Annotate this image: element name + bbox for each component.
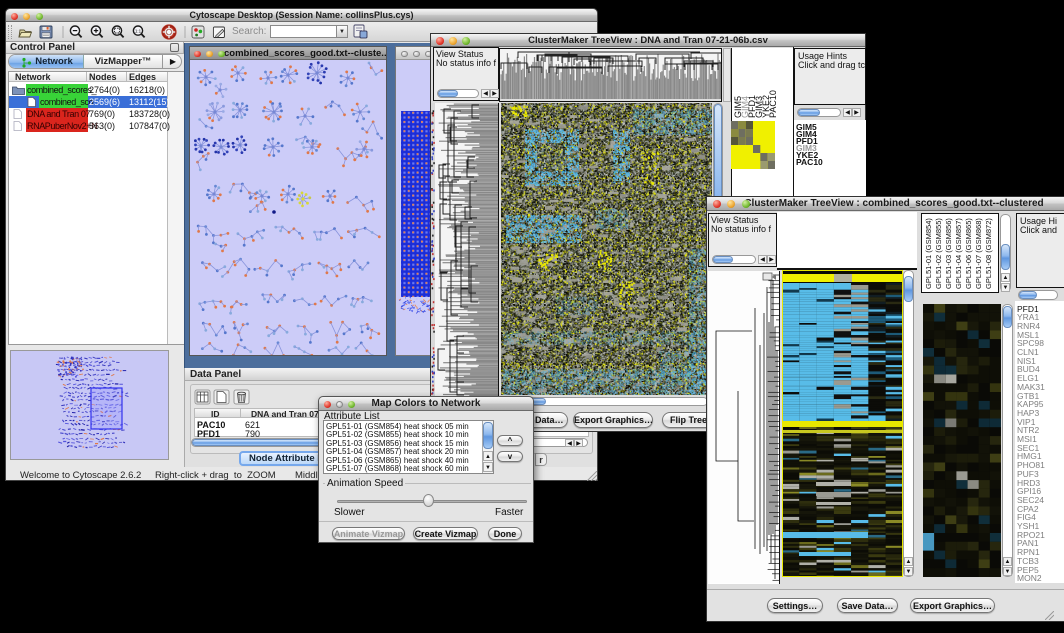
svg-text:1:1: 1:1 (135, 29, 142, 34)
